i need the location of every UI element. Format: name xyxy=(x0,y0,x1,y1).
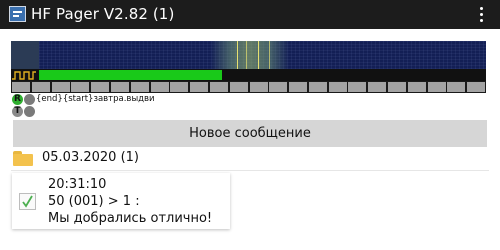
channel-segment xyxy=(91,82,109,92)
signal-level-row xyxy=(11,69,486,81)
folder-date-label: 05.03.2020 (1) xyxy=(42,150,139,165)
hf-pager-app-icon xyxy=(9,6,26,22)
message-card[interactable]: 20:31:10 50 (001) > 1 : Мы добрались отл… xyxy=(12,173,230,229)
channel-segment xyxy=(32,82,50,92)
channel-segment xyxy=(230,82,248,92)
divider xyxy=(11,170,489,171)
channel-segment xyxy=(111,82,129,92)
channel-segment xyxy=(170,82,188,92)
waterfall-display[interactable] xyxy=(11,41,486,69)
waterfall-left-margin xyxy=(11,41,39,69)
channel-segment xyxy=(151,82,169,92)
pulse-wave-icon xyxy=(11,69,37,81)
receive-indicator-letter: R xyxy=(14,94,21,104)
transmit-status-dot xyxy=(24,106,35,117)
channel-segment xyxy=(250,82,268,92)
folder-row[interactable]: 05.03.2020 (1) xyxy=(11,146,489,170)
transmit-indicator-letter: T xyxy=(14,106,21,116)
channel-segment xyxy=(190,82,208,92)
channel-segment xyxy=(210,82,228,92)
waterfall-signal-line xyxy=(269,41,270,69)
folder-icon xyxy=(13,151,33,166)
channel-segment xyxy=(329,82,347,92)
channel-segment xyxy=(408,82,426,92)
channel-segment xyxy=(447,82,465,92)
channel-segment-row xyxy=(11,81,486,93)
channel-segment xyxy=(388,82,406,92)
channel-segment xyxy=(269,82,287,92)
new-message-button[interactable]: Новое сообщение xyxy=(13,120,487,147)
waterfall-signal-band xyxy=(211,41,289,69)
receive-status-dot xyxy=(24,94,35,105)
message-header: 50 (001) > 1 : xyxy=(48,194,140,209)
title-bar: HF Pager V2.82 (1) xyxy=(0,0,500,29)
channel-segment xyxy=(348,82,366,92)
channel-segment xyxy=(368,82,386,92)
channel-segment xyxy=(52,82,70,92)
message-time: 20:31:10 xyxy=(48,177,107,192)
overflow-menu-icon[interactable] xyxy=(478,6,484,24)
decoded-status-text: {end}{start}завтра.выдви xyxy=(36,94,155,104)
waterfall-signal-line xyxy=(258,41,259,69)
channel-segment xyxy=(71,82,89,92)
channel-segment xyxy=(309,82,327,92)
channel-segment xyxy=(428,82,446,92)
message-text: Мы добрались отлично! xyxy=(48,211,213,226)
channel-segment xyxy=(467,82,485,92)
waterfall-signal-line xyxy=(237,41,238,69)
app-title: HF Pager V2.82 (1) xyxy=(31,5,175,23)
waterfall-signal-line xyxy=(246,41,247,69)
channel-segment xyxy=(289,82,307,92)
signal-level-bar xyxy=(39,70,222,80)
channel-segment xyxy=(131,82,149,92)
checkmark-icon xyxy=(19,193,36,210)
channel-segment xyxy=(12,82,30,92)
